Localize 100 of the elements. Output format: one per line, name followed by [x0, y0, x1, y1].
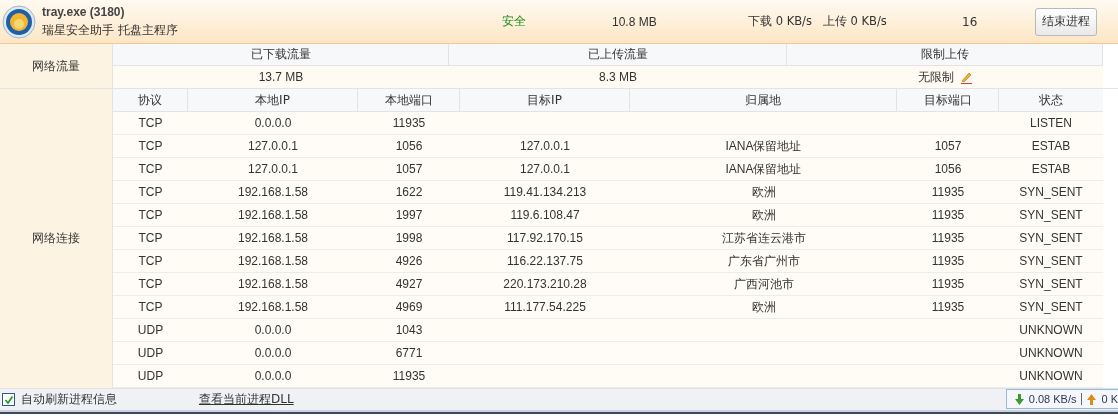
table-cell: 1057	[395, 162, 423, 176]
table-cell: ESTAB	[1031, 162, 1071, 176]
table-cell: LISTEN	[1030, 116, 1072, 130]
table-cell: SYN_SENT	[1019, 254, 1083, 268]
table-cell: TCP	[138, 139, 163, 153]
column-header: 协议	[113, 89, 188, 111]
table-cell: SYN_SENT	[1019, 277, 1083, 291]
table-cell: 127.0.0.1	[247, 162, 298, 176]
download-arrow-icon	[1014, 393, 1024, 405]
table-cell: 192.168.1.58	[237, 231, 309, 245]
table-cell: 欧洲	[751, 183, 776, 201]
table-cell: ESTAB	[1031, 139, 1071, 153]
view-dll-link[interactable]: 查看当前进程DLL	[199, 391, 294, 408]
upload-arrow-icon	[1087, 393, 1097, 405]
table-cell: 11935	[931, 231, 965, 245]
table-cell: TCP	[138, 254, 163, 268]
table-cell: 119.41.134.213	[503, 185, 587, 199]
table-cell: UNKNOWN	[1019, 323, 1083, 337]
table-cell: 127.0.0.1	[519, 162, 570, 176]
table-cell: 119.6.108.47	[510, 208, 580, 222]
pencil-icon[interactable]	[959, 70, 973, 84]
table-cell: TCP	[138, 162, 163, 176]
table-cell: 0.0.0.0	[254, 323, 292, 337]
column-header: 归属地	[630, 89, 897, 111]
table-cell: 1056	[934, 162, 962, 176]
network-speed: 下载 0 KB/s 上传 0 KB/s	[748, 14, 888, 29]
table-cell: 192.168.1.58	[237, 185, 309, 199]
table-cell: 4926	[395, 254, 423, 268]
table-cell: 220.173.210.28	[503, 277, 587, 291]
table-cell: 4969	[395, 300, 423, 314]
table-cell: 116.22.137.75	[507, 254, 583, 268]
column-header: 目标IP	[460, 89, 630, 111]
table-cell: SYN_SENT	[1019, 231, 1083, 245]
column-header: 限制上传	[787, 44, 1103, 66]
table-cell: 11935	[931, 185, 965, 199]
column-header: 已上传流量	[449, 44, 787, 66]
table-cell: 13.7 MB	[258, 70, 304, 84]
table-cell: 无限制	[917, 68, 954, 86]
table-cell: 欧洲	[751, 206, 776, 224]
table-cell: TCP	[138, 116, 163, 130]
table-cell: 0.0.0.0	[254, 369, 292, 383]
table-cell: TCP	[138, 300, 163, 314]
table-cell: 1056	[395, 139, 423, 153]
section-label: 网络连接	[0, 89, 113, 388]
table-cell: 192.168.1.58	[237, 277, 309, 291]
table-cell: 1057	[934, 139, 962, 153]
table-cell: 6771	[395, 346, 423, 360]
table-cell: 江苏省连云港市	[721, 229, 806, 247]
memory-usage: 10.8 MB	[612, 14, 658, 29]
section-label: 网络流量	[0, 44, 113, 88]
table-cell: 4927	[395, 277, 423, 291]
table-cell: UNKNOWN	[1019, 346, 1083, 360]
download-speed: 0.08 KB/s	[1028, 393, 1077, 405]
table-cell: IANA保留地址	[725, 160, 802, 178]
table-cell: 11935	[392, 116, 426, 130]
table-cell: 欧洲	[751, 298, 776, 316]
table-cell: TCP	[138, 208, 163, 222]
table-cell: 8.3 MB	[599, 70, 637, 84]
table-cell: 1997	[395, 208, 423, 222]
table-cell: UDP	[137, 369, 164, 383]
table-cell: 117.92.170.15	[507, 231, 583, 245]
column-header: 状态	[1038, 91, 1064, 109]
table-cell: SYN_SENT	[1019, 208, 1083, 222]
safety-status: 安全	[502, 13, 527, 30]
table-cell: TCP	[138, 185, 163, 199]
table-cell: UNKNOWN	[1019, 369, 1083, 383]
table-cell: UDP	[137, 323, 164, 337]
column-header: 已下载流量	[113, 44, 449, 66]
table-cell: 1998	[395, 231, 423, 245]
column-header: 目标端口	[897, 89, 999, 111]
checkbox[interactable]	[2, 393, 15, 406]
table-cell: TCP	[138, 231, 163, 245]
process-description: 瑞星安全助手 托盘主程序	[42, 21, 179, 39]
checkbox-label[interactable]: 自动刷新进程信息	[21, 391, 117, 408]
connection-count: 16	[962, 14, 979, 29]
column-header: 本地IP	[188, 89, 358, 111]
table-cell: 192.168.1.58	[237, 254, 309, 268]
table-cell: 广西河池市	[733, 275, 794, 293]
table-cell: 1622	[395, 185, 423, 199]
table-cell: 127.0.0.1	[519, 139, 570, 153]
table-cell: 192.168.1.58	[237, 300, 309, 314]
table-cell: 1043	[395, 323, 423, 337]
table-cell: 11935	[392, 369, 426, 383]
table-cell: 0.0.0.0	[254, 346, 292, 360]
table-cell: SYN_SENT	[1019, 300, 1083, 314]
table-cell: 11935	[931, 277, 965, 291]
end-process-button[interactable]: 结束进程	[1035, 7, 1097, 36]
process-name: tray.exe (3180)	[42, 4, 126, 19]
table-cell: 广东省广州市	[727, 252, 800, 270]
table-cell: SYN_SENT	[1019, 185, 1083, 199]
table-cell: 127.0.0.1	[247, 139, 298, 153]
table-cell: 111.177.54.225	[504, 300, 586, 314]
table-cell: 11935	[931, 300, 965, 314]
upload-speed: 0 K	[1101, 393, 1118, 405]
table-cell: 11935	[931, 254, 965, 268]
column-header: 本地端口	[358, 89, 460, 111]
table-cell: 11935	[931, 208, 965, 222]
table-cell: IANA保留地址	[725, 137, 802, 155]
table-cell: 0.0.0.0	[254, 116, 292, 130]
table-cell: 192.168.1.58	[237, 208, 309, 222]
